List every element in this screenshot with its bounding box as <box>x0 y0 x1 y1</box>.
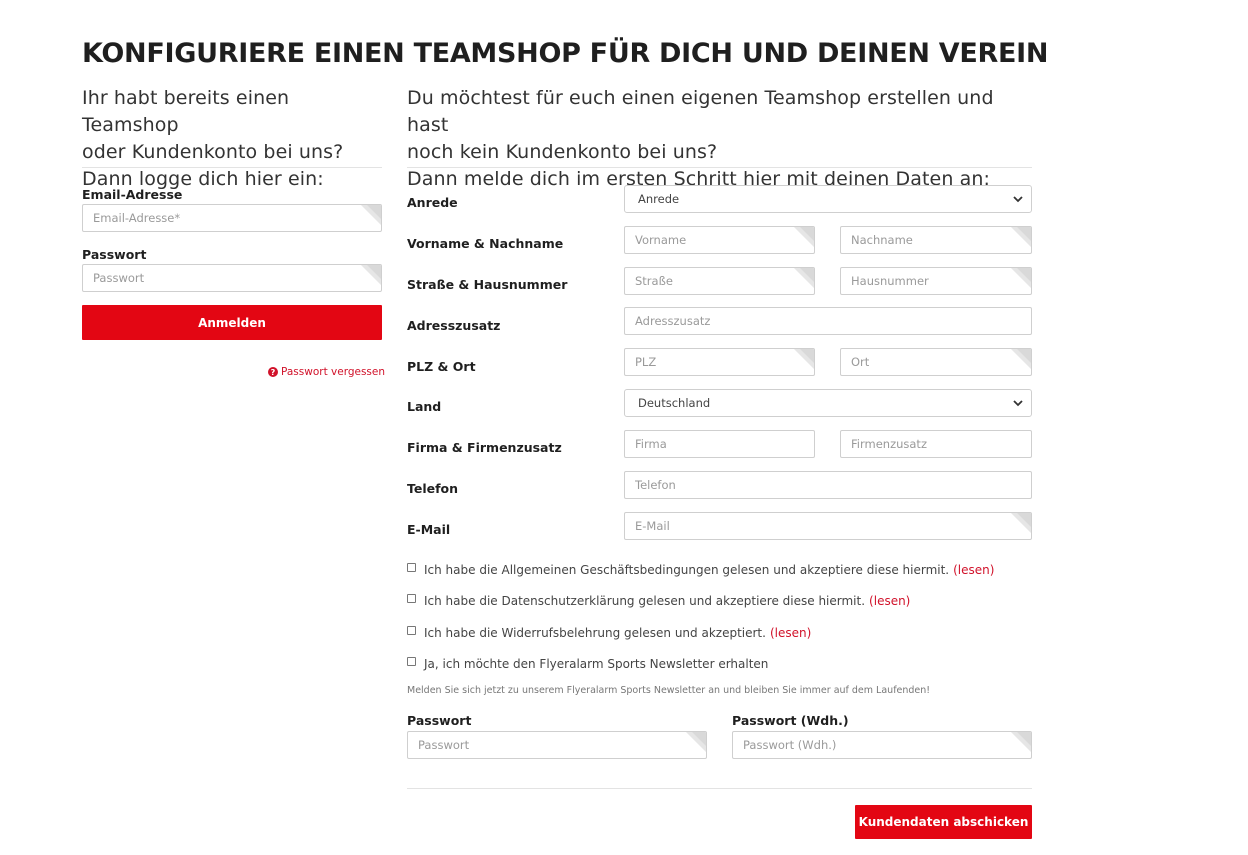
email-field[interactable] <box>624 512 1032 540</box>
register-password-input[interactable] <box>408 732 706 758</box>
terms-text: Ich habe die Allgemeinen Geschäftsbeding… <box>424 563 950 577</box>
question-circle-icon: ? <box>268 367 278 377</box>
register-divider <box>407 167 1032 168</box>
chevron-down-icon <box>1013 400 1023 407</box>
forgot-password-label: Passwort vergessen <box>281 366 386 378</box>
chevron-down-icon <box>1013 196 1023 203</box>
withdrawal-checkbox-row: Ich habe die Widerrufsbelehrung gelesen … <box>407 625 811 640</box>
company-field[interactable] <box>624 430 815 458</box>
page-title: KONFIGURIERE EINEN TEAMSHOP FÜR DICH UND… <box>82 38 1049 69</box>
login-button[interactable]: Anmelden <box>82 305 382 340</box>
login-intro-line: Ihr habt bereits einen Teamshop <box>82 87 290 136</box>
login-intro-line: oder Kundenkonto bei uns? <box>82 141 344 163</box>
register-password-field[interactable] <box>407 731 707 759</box>
salutation-label: Anrede <box>407 195 458 210</box>
login-email-label: Email-Adresse <box>82 187 183 202</box>
salutation-value: Anrede <box>638 192 680 206</box>
address-extra-field[interactable] <box>624 307 1032 335</box>
newsletter-note: Melden Sie sich jetzt zu unserem Flyeral… <box>407 685 931 696</box>
zip-input[interactable] <box>625 349 814 375</box>
city-field[interactable] <box>840 348 1032 376</box>
newsletter-checkbox[interactable] <box>407 656 416 666</box>
newsletter-text: Ja, ich möchte den Flyeralarm Sports New… <box>424 657 769 671</box>
address-extra-input[interactable] <box>625 308 1031 334</box>
last-name-field[interactable] <box>840 226 1032 254</box>
login-password-field[interactable] <box>82 264 382 292</box>
street-input[interactable] <box>625 268 814 294</box>
country-label: Land <box>407 399 442 414</box>
name-label: Vorname & Nachname <box>407 236 564 251</box>
house-number-input[interactable] <box>841 268 1031 294</box>
zip-city-label: PLZ & Ort <box>407 359 476 374</box>
newsletter-checkbox-row: Ja, ich möchte den Flyeralarm Sports New… <box>407 656 769 671</box>
login-intro: Ihr habt bereits einen Teamshop oder Kun… <box>82 85 382 193</box>
terms-checkbox-row: Ich habe die Allgemeinen Geschäftsbeding… <box>407 562 994 577</box>
privacy-checkbox-row: Ich habe die Datenschutzerklärung gelese… <box>407 593 910 608</box>
register-intro-line: Du möchtest für euch einen eigenen Teams… <box>407 87 994 136</box>
email-label: E-Mail <box>407 522 451 537</box>
register-intro: Du möchtest für euch einen eigenen Teams… <box>407 85 1032 193</box>
login-email-field[interactable] <box>82 204 382 232</box>
withdrawal-checkbox[interactable] <box>407 625 416 635</box>
login-password-input[interactable] <box>83 265 381 291</box>
house-number-field[interactable] <box>840 267 1032 295</box>
privacy-text: Ich habe die Datenschutzerklärung gelese… <box>424 594 866 608</box>
street-field[interactable] <box>624 267 815 295</box>
zip-field[interactable] <box>624 348 815 376</box>
phone-input[interactable] <box>625 472 1031 498</box>
company-extra-input[interactable] <box>841 431 1031 457</box>
salutation-select[interactable]: Anrede <box>624 185 1032 213</box>
forgot-password-link[interactable]: ? Passwort vergessen <box>268 366 385 378</box>
country-value: Deutschland <box>638 396 711 410</box>
phone-field[interactable] <box>624 471 1032 499</box>
country-select[interactable]: Deutschland <box>624 389 1032 417</box>
terms-read-link[interactable]: (lesen) <box>953 563 994 577</box>
company-input[interactable] <box>625 431 814 457</box>
register-intro-line: noch kein Kundenkonto bei uns? <box>407 141 718 163</box>
register-password-label: Passwort <box>407 713 472 728</box>
first-name-field[interactable] <box>624 226 815 254</box>
register-password-repeat-input[interactable] <box>733 732 1031 758</box>
company-extra-field[interactable] <box>840 430 1032 458</box>
street-label: Straße & Hausnummer <box>407 277 568 292</box>
register-password-repeat-field[interactable] <box>732 731 1032 759</box>
register-password-repeat-label: Passwort (Wdh.) <box>732 713 849 728</box>
login-divider <box>82 167 382 168</box>
last-name-input[interactable] <box>841 227 1031 253</box>
submit-customer-data-button[interactable]: Kundendaten abschicken <box>855 805 1032 839</box>
address-extra-label: Adresszusatz <box>407 318 501 333</box>
email-input[interactable] <box>625 513 1031 539</box>
privacy-checkbox[interactable] <box>407 593 416 603</box>
city-input[interactable] <box>841 349 1031 375</box>
login-email-input[interactable] <box>83 205 381 231</box>
company-label: Firma & Firmenzusatz <box>407 440 562 455</box>
withdrawal-read-link[interactable]: (lesen) <box>770 626 811 640</box>
phone-label: Telefon <box>407 481 459 496</box>
withdrawal-text: Ich habe die Widerrufsbelehrung gelesen … <box>424 626 766 640</box>
privacy-read-link[interactable]: (lesen) <box>869 594 910 608</box>
login-password-label: Passwort <box>82 247 147 262</box>
first-name-input[interactable] <box>625 227 814 253</box>
submit-divider <box>407 788 1032 789</box>
terms-checkbox[interactable] <box>407 562 416 572</box>
